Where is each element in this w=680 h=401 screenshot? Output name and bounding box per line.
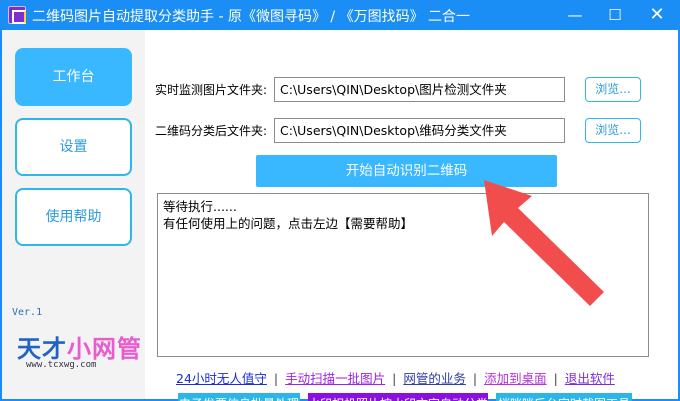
link-admin-business[interactable]: 网管的业务 bbox=[403, 371, 466, 386]
sidebar: 工作台 设置 使用帮助 Ver.1 天才小网管 www.tcxwg.com bbox=[2, 30, 145, 399]
maximize-button[interactable]: ☐ bbox=[595, 0, 635, 30]
link-separator: | bbox=[553, 371, 558, 386]
version-label: Ver.1 bbox=[12, 307, 43, 318]
log-output[interactable]: 等待执行...... 有任何使用上的问题，点击左边【需要帮助】 bbox=[157, 193, 649, 357]
tool-invoice-batch-button[interactable]: 电子发票信息批量处理 bbox=[178, 393, 300, 401]
main-window: 工作台 设置 使用帮助 Ver.1 天才小网管 www.tcxwg.com 实时… bbox=[2, 30, 678, 401]
sidebar-item-workbench[interactable]: 工作台 bbox=[15, 48, 132, 106]
link-separator: | bbox=[273, 371, 279, 386]
output-folder-label: 二维码分类后文件夹: bbox=[155, 124, 268, 138]
link-separator: | bbox=[392, 371, 397, 386]
brand-main-text: 天才 bbox=[17, 335, 67, 363]
start-recognition-button[interactable]: 开始自动识别二维码 bbox=[256, 155, 557, 187]
brand-url: www.tcxwg.com bbox=[26, 360, 97, 370]
monitor-folder-label: 实时监测图片文件夹: bbox=[155, 83, 268, 97]
browse-monitor-button[interactable]: 浏览... bbox=[585, 77, 641, 102]
monitor-folder-input[interactable]: C:\Users\QIN\Desktop\图片检测文件夹 bbox=[274, 77, 565, 102]
tool-timed-screenshot-button[interactable]: 悄咪咪后台定时截图工具 bbox=[496, 393, 632, 401]
sidebar-item-help[interactable]: 使用帮助 bbox=[15, 188, 132, 246]
sidebar-item-settings[interactable]: 设置 bbox=[15, 118, 132, 176]
link-exit[interactable]: 退出软件 bbox=[565, 371, 615, 386]
title-bar: 二维码图片自动提取分类助手 - 原《微图寻码》 / 《万图找码》 二合一 — ☐… bbox=[0, 0, 680, 30]
minimize-button[interactable]: — bbox=[555, 0, 595, 30]
brand-logo: 天才小网管 bbox=[17, 329, 142, 364]
footer-links: 24小时无人值守 | 手动扫描一批图片 | 网管的业务 | 添加到桌面 | 退出软件 bbox=[176, 368, 646, 386]
browse-output-button[interactable]: 浏览... bbox=[585, 118, 641, 143]
link-separator: | bbox=[472, 371, 478, 386]
window-title: 二维码图片自动提取分类助手 - 原《微图寻码》 / 《万图找码》 二合一 bbox=[32, 9, 471, 25]
brand-accent-text: 小网管 bbox=[67, 335, 142, 363]
app-icon bbox=[8, 6, 26, 24]
output-folder-input[interactable]: C:\Users\QIN\Desktop\维码分类文件夹 bbox=[274, 118, 565, 143]
link-manual-scan[interactable]: 手动扫描一批图片 bbox=[285, 371, 385, 386]
link-unattended[interactable]: 24小时无人值守 bbox=[176, 371, 267, 386]
tool-watermark-classify-button[interactable]: 水印相机照片按水印文字自动分类 bbox=[308, 393, 488, 401]
close-button[interactable]: ✕ bbox=[637, 0, 677, 30]
link-add-to-desktop[interactable]: 添加到桌面 bbox=[484, 371, 547, 386]
